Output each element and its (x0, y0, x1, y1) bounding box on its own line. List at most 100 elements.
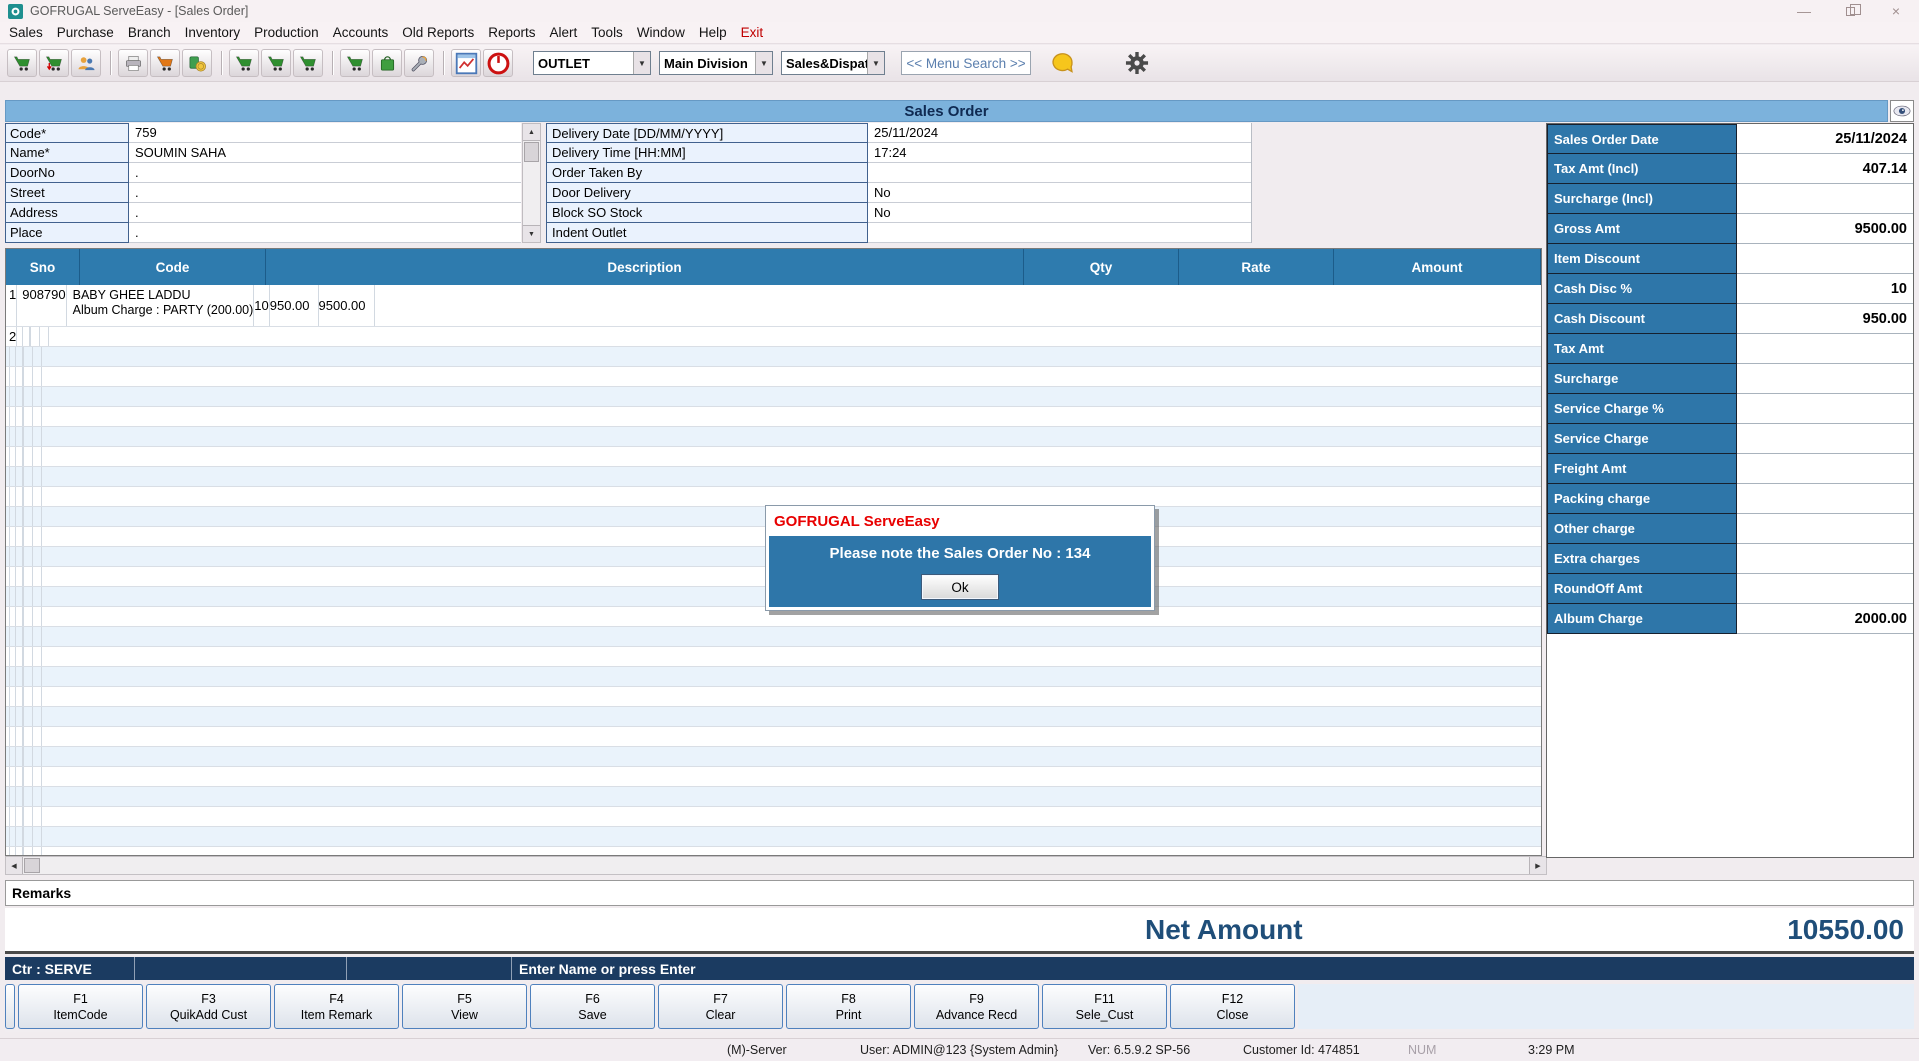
table-horizontal-scrollbar[interactable] (5, 856, 1547, 875)
tools-wrench-icon[interactable] (404, 49, 434, 77)
order-cart-icon[interactable] (261, 49, 291, 77)
report-window-icon[interactable] (451, 49, 481, 77)
field-value[interactable]: . (129, 163, 521, 183)
delivery-cart-icon[interactable] (150, 49, 180, 77)
summary-value[interactable] (1737, 394, 1913, 424)
menu-item[interactable]: Alert (543, 25, 585, 40)
chevron-down-icon[interactable] (633, 52, 650, 74)
table-row-empty[interactable] (6, 647, 1541, 667)
return-cart-icon[interactable] (340, 49, 370, 77)
menu-item[interactable]: Production (247, 25, 326, 40)
summary-value[interactable] (1737, 544, 1913, 574)
summary-value[interactable] (1737, 454, 1913, 484)
field-value[interactable]: 17:24 (868, 143, 1251, 163)
function-key-button[interactable]: F6 Save (530, 984, 655, 1029)
gear-icon[interactable] (1124, 50, 1150, 76)
table-row-empty[interactable] (6, 387, 1541, 407)
table-row[interactable]: 2 (6, 327, 1541, 347)
scroll-right-icon[interactable] (1529, 857, 1546, 874)
function-key-button[interactable]: F1 ItemCode (18, 984, 143, 1029)
summary-value[interactable] (1737, 484, 1913, 514)
function-key-button[interactable]: F7 Clear (658, 984, 783, 1029)
chevron-down-icon[interactable] (755, 52, 772, 74)
table-row-empty[interactable] (6, 447, 1541, 467)
restore-button[interactable] (1827, 0, 1873, 22)
summary-value[interactable] (1737, 364, 1913, 394)
minimize-button[interactable]: — (1781, 0, 1827, 22)
scrollbar-thumb[interactable] (524, 142, 539, 162)
module-select[interactable]: Sales&DispatHl (781, 51, 885, 75)
table-row-empty[interactable] (6, 407, 1541, 427)
menu-item[interactable]: Branch (121, 25, 178, 40)
field-value[interactable]: . (129, 223, 521, 243)
print-icon[interactable] (118, 49, 148, 77)
function-key-button[interactable]: F5 View (402, 984, 527, 1029)
function-key-button[interactable]: F11 Sele_Cust (1042, 984, 1167, 1029)
summary-value[interactable]: 25/11/2024 (1737, 124, 1913, 154)
scroll-up-icon[interactable] (523, 124, 540, 141)
menu-item[interactable]: Purchase (50, 25, 121, 40)
sales-cart-icon[interactable] (7, 49, 37, 77)
table-row-empty[interactable] (6, 367, 1541, 387)
summary-value[interactable]: 407.14 (1737, 154, 1913, 184)
summary-value[interactable]: 2000.00 (1737, 604, 1913, 634)
menu-item[interactable]: Sales (2, 25, 50, 40)
close-button[interactable]: × (1873, 0, 1919, 22)
table-row-empty[interactable] (6, 707, 1541, 727)
table-row[interactable]: 1 908790 BABY GHEE LADDU Album Charge : … (6, 285, 1541, 327)
menu-item[interactable]: Exit (734, 25, 771, 40)
table-row-empty[interactable] (6, 467, 1541, 487)
table-row-empty[interactable] (6, 487, 1541, 507)
view-toggle-button[interactable] (1890, 100, 1914, 122)
field-value[interactable]: . (129, 183, 521, 203)
table-row-empty[interactable] (6, 747, 1541, 767)
table-row-empty[interactable] (6, 807, 1541, 827)
menu-item[interactable]: Help (692, 25, 734, 40)
summary-value[interactable] (1737, 244, 1913, 274)
menu-item[interactable]: Inventory (178, 25, 248, 40)
summary-value[interactable] (1737, 334, 1913, 364)
menu-item[interactable]: Tools (584, 25, 630, 40)
scroll-left-icon[interactable] (6, 857, 23, 874)
summary-value[interactable] (1737, 514, 1913, 544)
field-value[interactable]: . (129, 203, 521, 223)
summary-value[interactable] (1737, 574, 1913, 604)
field-value[interactable] (868, 223, 1251, 243)
function-key-button[interactable]: F8 Print (786, 984, 911, 1029)
table-row-empty[interactable] (6, 767, 1541, 787)
customers-icon[interactable] (71, 49, 101, 77)
cash-collection-icon[interactable] (182, 49, 212, 77)
field-value[interactable]: 759 (129, 123, 521, 143)
function-key-button[interactable]: F9 Advance Recd (914, 984, 1039, 1029)
table-row-empty[interactable] (6, 727, 1541, 747)
outlet-select[interactable]: OUTLET (533, 51, 651, 75)
field-value[interactable]: No (868, 183, 1251, 203)
table-row-empty[interactable] (6, 827, 1541, 847)
table-row-empty[interactable] (6, 847, 1541, 856)
menu-item[interactable]: Accounts (326, 25, 396, 40)
table-row-empty[interactable] (6, 667, 1541, 687)
form-scrollbar[interactable] (522, 123, 541, 243)
summary-value[interactable]: 10 (1737, 274, 1913, 304)
summary-value[interactable] (1737, 424, 1913, 454)
table-row-empty[interactable] (6, 347, 1541, 367)
function-key-button[interactable]: F4 Item Remark (274, 984, 399, 1029)
summary-value[interactable]: 950.00 (1737, 304, 1913, 334)
field-value[interactable] (868, 163, 1251, 183)
table-row-empty[interactable] (6, 427, 1541, 447)
field-value[interactable]: No (868, 203, 1251, 223)
table-row-empty[interactable] (6, 787, 1541, 807)
scrollbar-thumb[interactable] (24, 858, 40, 873)
field-value[interactable]: SOUMIN SAHA (129, 143, 521, 163)
menu-item[interactable]: Old Reports (395, 25, 481, 40)
power-icon[interactable] (483, 49, 513, 77)
function-key-button[interactable]: F3 QuikAdd Cust (146, 984, 271, 1029)
chevron-down-icon[interactable] (867, 52, 884, 74)
menu-search-box[interactable]: << Menu Search >> (901, 51, 1031, 75)
field-value[interactable]: 25/11/2024 (868, 123, 1251, 143)
ok-button[interactable]: Ok (921, 574, 999, 600)
remarks-field[interactable]: Remarks (5, 880, 1914, 906)
quotation-cart-icon[interactable] (229, 49, 259, 77)
menu-item[interactable]: Reports (481, 25, 542, 40)
menu-item[interactable]: Window (630, 25, 692, 40)
